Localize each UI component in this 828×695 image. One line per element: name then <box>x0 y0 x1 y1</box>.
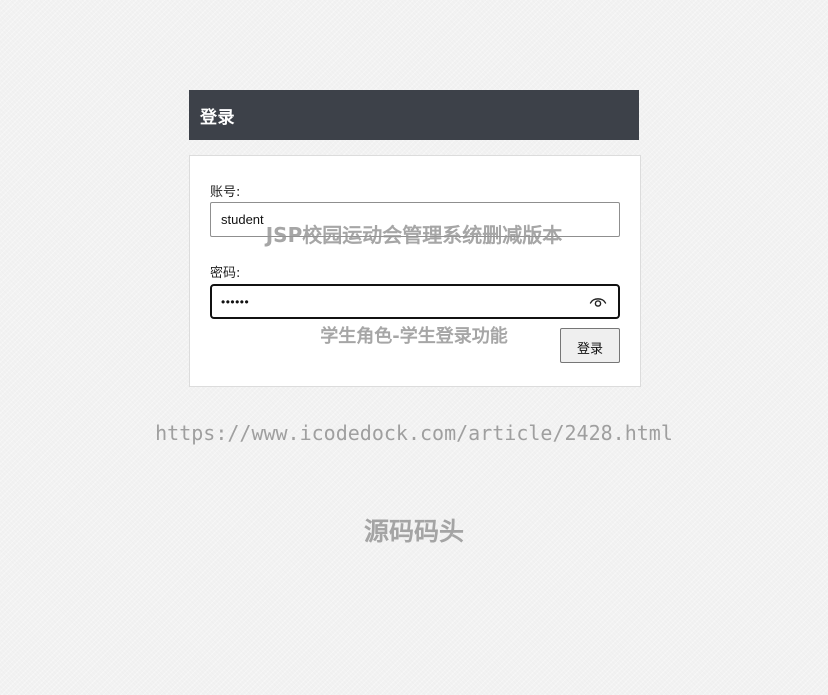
eye-icon[interactable] <box>588 293 608 311</box>
password-label: 密码: <box>210 266 241 281</box>
password-input[interactable]: •••••• <box>210 284 620 319</box>
account-label: 账号: <box>210 185 241 200</box>
login-panel-header: 登录 <box>189 90 639 140</box>
watermark-url: https://www.icodedock.com/article/2428.h… <box>155 421 673 445</box>
password-input-value: •••••• <box>221 294 250 309</box>
watermark-title: JSP校园运动会管理系统删减版本 <box>265 223 563 247</box>
watermark-brand: 源码码头 <box>363 517 464 546</box>
login-form: 账号: student 密码: •••••• 登录 <box>189 155 641 387</box>
login-panel-title: 登录 <box>200 107 235 128</box>
watermark-subtitle: 学生角色-学生登录功能 <box>320 326 508 347</box>
